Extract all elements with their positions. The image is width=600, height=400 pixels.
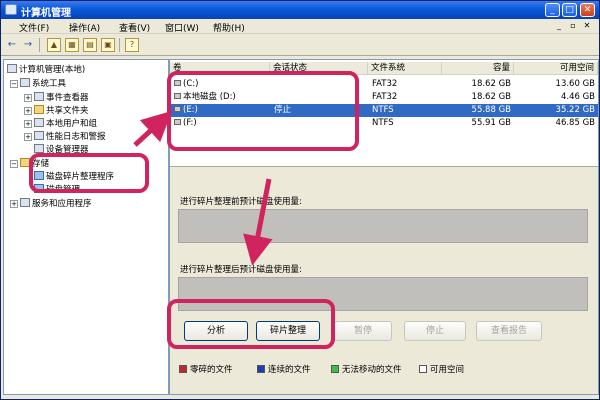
annotation-arrow-to-buttons (243, 178, 273, 266)
computer-management-window: 计算机管理 _ □ ✕ 文件(F) 操作(A) 查看(V) 窗口(W) 帮助(H… (0, 0, 600, 400)
annotation-arrow-to-volumes (133, 110, 173, 147)
annotation-arrows (133, 110, 273, 266)
